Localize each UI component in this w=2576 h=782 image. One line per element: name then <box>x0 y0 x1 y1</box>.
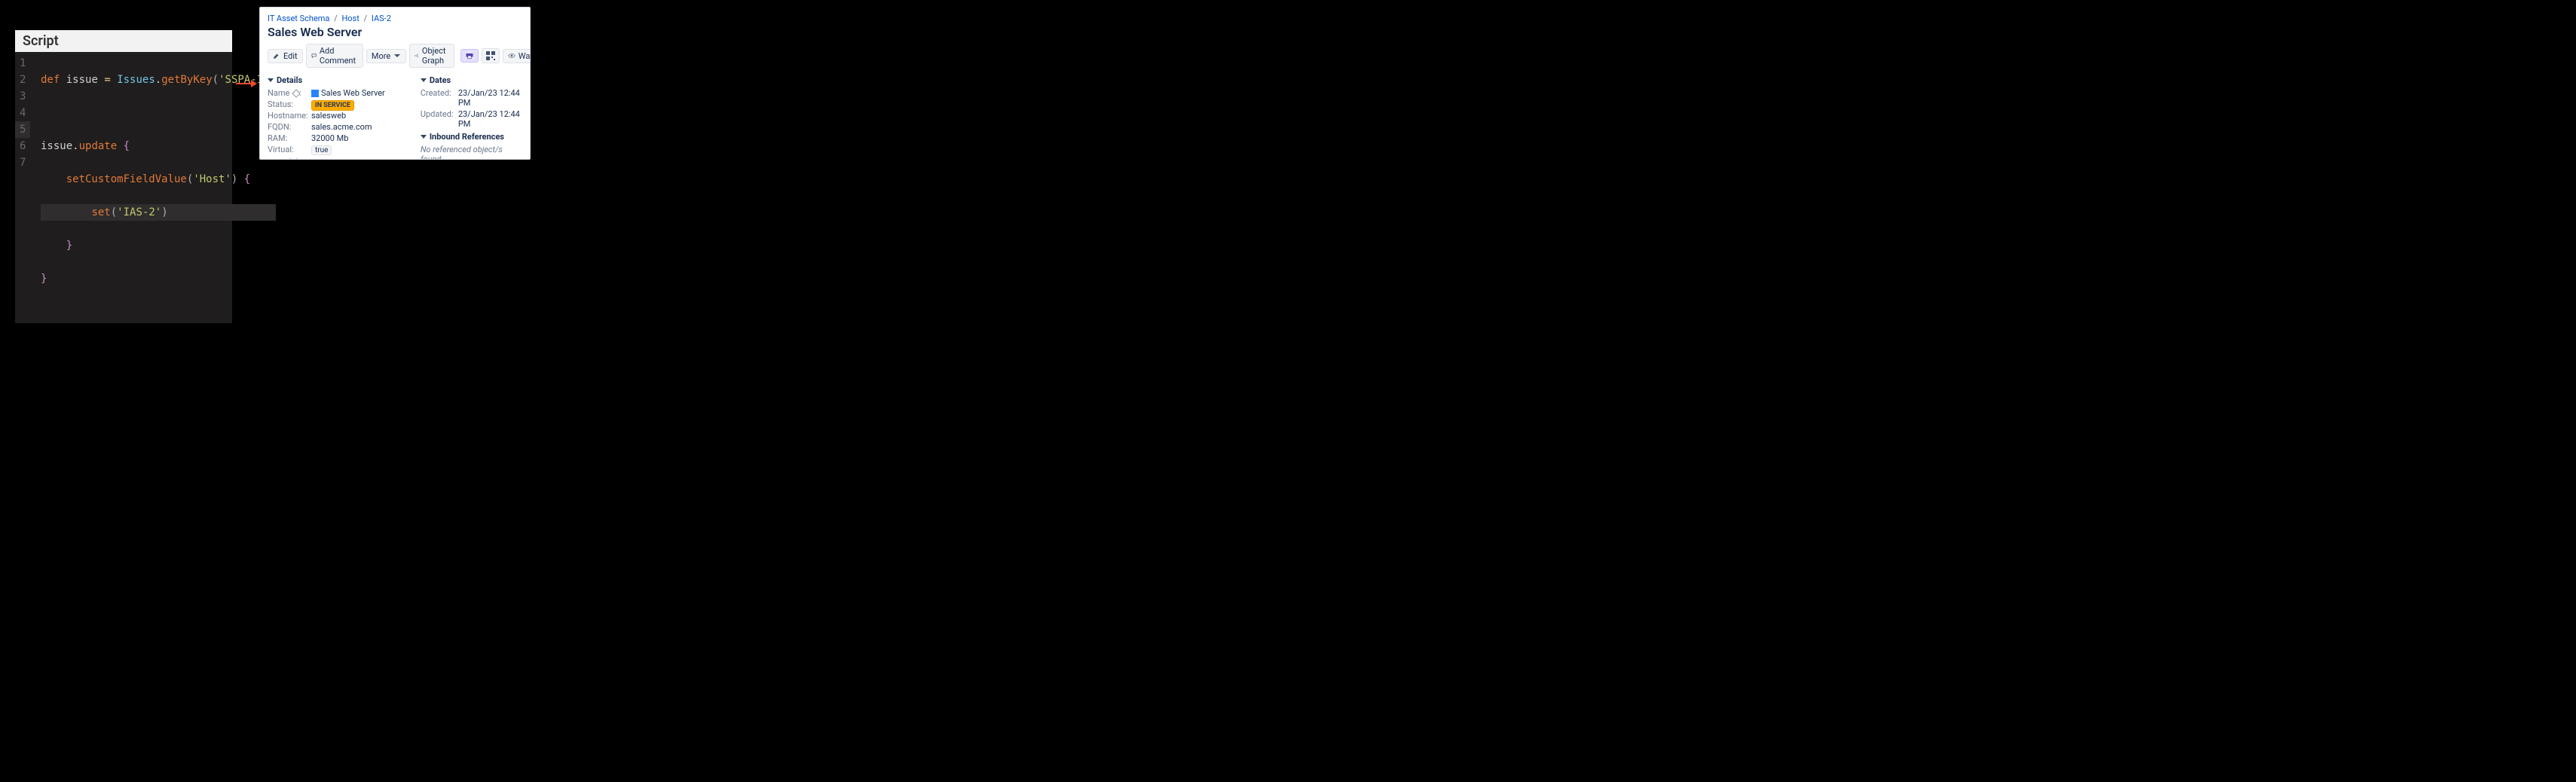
breadcrumb-id[interactable]: IAS-2 <box>372 14 391 23</box>
arrow-icon <box>236 80 257 87</box>
chevron-down-icon <box>268 78 274 82</box>
graph-icon <box>415 52 419 60</box>
comment-icon <box>311 52 317 60</box>
watch-button[interactable]: Watch 0 <box>503 49 531 63</box>
code-gutter: 1 2 3 4 5 6 7 <box>15 52 36 323</box>
chevron-down-icon <box>421 78 427 82</box>
chevron-down-icon <box>421 135 427 139</box>
details-header[interactable]: Details <box>268 75 413 85</box>
object-graph-button[interactable]: Object Graph <box>409 44 454 68</box>
breadcrumb-schema[interactable]: IT Asset Schema <box>268 14 329 23</box>
page-title: Sales Web Server <box>268 25 522 39</box>
script-header: Script <box>15 30 232 52</box>
more-button[interactable]: More <box>366 49 406 63</box>
add-comment-button[interactable]: Add Comment <box>306 44 363 68</box>
print-icon <box>465 52 474 60</box>
toolbar: Edit Add Comment More Object Graph Watch… <box>268 44 522 68</box>
tag-icon <box>292 89 300 97</box>
inbound-empty: No referenced object/s found <box>421 145 522 160</box>
eye-icon <box>508 52 516 60</box>
qr-button[interactable] <box>482 48 500 63</box>
hostname-value: salesweb <box>311 111 346 121</box>
fqdn-value: sales.acme.com <box>311 122 372 132</box>
updated-value: 23/Jan/23 12:44 PM <box>458 109 522 129</box>
code-lines: def issue = Issues.getByKey('SSPA-1') is… <box>36 52 283 323</box>
dates-header[interactable]: Dates <box>421 75 522 85</box>
breadcrumb-type[interactable]: Host <box>341 14 359 23</box>
edit-button[interactable]: Edit <box>268 49 303 63</box>
ram-value: 32000 Mb <box>311 133 348 143</box>
breadcrumb: IT Asset Schema / Host / IAS-2 <box>268 14 522 23</box>
code-block: 1 2 3 4 5 6 7 def issue = Issues.getByKe… <box>15 52 232 323</box>
activity-header[interactable]: Activity <box>268 157 413 160</box>
print-button[interactable] <box>460 49 479 63</box>
created-value: 23/Jan/23 12:44 PM <box>458 88 522 108</box>
chevron-down-icon <box>393 52 401 60</box>
name-value[interactable]: Sales Web Server <box>311 88 385 98</box>
pencil-icon <box>273 52 280 60</box>
virtual-value: true <box>311 145 332 155</box>
assets-panel: IT Asset Schema / Host / IAS-2 Sales Web… <box>259 7 531 160</box>
cube-icon <box>311 90 319 97</box>
status-badge: IN SERVICE <box>311 100 354 111</box>
qr-icon <box>486 51 495 60</box>
script-panel: Script 1 2 3 4 5 6 7 def issue = Issues.… <box>15 30 232 323</box>
inbound-header[interactable]: Inbound References <box>421 132 522 142</box>
